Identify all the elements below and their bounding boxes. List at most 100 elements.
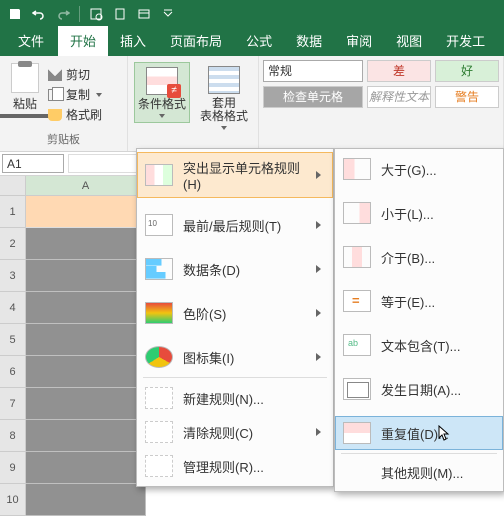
cell[interactable] <box>26 292 146 324</box>
paste-icon <box>11 63 39 93</box>
row-header[interactable]: 9 <box>0 452 26 484</box>
menu-text-contains[interactable]: 文本包含(T)... <box>335 328 503 362</box>
ribbon: 粘贴 剪切 复制 格式刷 剪贴板 条件格式 套用 表格格式 常规 差 好 <box>0 56 504 152</box>
menu-data-bars[interactable]: 数据条(D) <box>137 252 333 286</box>
less-than-icon <box>343 202 371 224</box>
qat-icon-2[interactable] <box>109 3 131 25</box>
chevron-right-icon <box>316 171 321 179</box>
menu-less-than[interactable]: 小于(L)... <box>335 196 503 230</box>
menu-between[interactable]: 介于(B)... <box>335 240 503 274</box>
redo-icon[interactable] <box>52 3 74 25</box>
number-format-select[interactable]: 常规 <box>263 60 363 82</box>
cell[interactable] <box>26 388 146 420</box>
cell[interactable] <box>26 324 146 356</box>
clipboard-group-label: 剪贴板 <box>6 131 121 149</box>
highlight-rules-submenu: 大于(G)... 小于(L)... 介于(B)... 等于(E)... 文本包含… <box>334 148 504 492</box>
cell[interactable] <box>26 228 146 260</box>
cursor-icon <box>438 425 452 443</box>
save-icon[interactable] <box>4 3 26 25</box>
tab-view[interactable]: 视图 <box>384 26 434 56</box>
style-good[interactable]: 好 <box>435 60 499 82</box>
copy-label: 复制 <box>66 86 90 103</box>
qat-customize-icon[interactable] <box>157 3 179 25</box>
select-all-corner[interactable] <box>0 176 26 196</box>
menu-label: 发生日期(A)... <box>381 380 495 399</box>
menu-greater-than[interactable]: 大于(G)... <box>335 152 503 186</box>
menu-icon-sets[interactable]: 图标集(I) <box>137 340 333 374</box>
tab-formulas[interactable]: 公式 <box>234 26 284 56</box>
menu-top-rules[interactable]: 最前/最后规则(T) <box>137 208 333 242</box>
row-header[interactable]: 3 <box>0 260 26 292</box>
chevron-right-icon <box>316 353 321 361</box>
style-warn[interactable]: 警告 <box>435 86 499 108</box>
cell[interactable] <box>26 356 146 388</box>
row-header[interactable]: 2 <box>0 228 26 260</box>
format-painter-label: 格式刷 <box>66 106 102 123</box>
tab-insert[interactable]: 插入 <box>108 26 158 56</box>
style-note[interactable]: 解释性文本 <box>367 86 431 108</box>
tab-pagelayout[interactable]: 页面布局 <box>158 26 234 56</box>
cell[interactable] <box>26 484 146 516</box>
menu-equal-to[interactable]: 等于(E)... <box>335 284 503 318</box>
menu-label: 文本包含(T)... <box>381 336 495 355</box>
tab-review[interactable]: 审阅 <box>334 26 384 56</box>
row-header[interactable]: 1 <box>0 196 26 228</box>
undo-icon[interactable] <box>28 3 50 25</box>
cell[interactable] <box>26 260 146 292</box>
format-painter-button[interactable]: 格式刷 <box>48 106 102 123</box>
conditional-formatting-label: 条件格式 <box>138 98 186 111</box>
menu-label: 其他规则(M)... <box>381 463 495 482</box>
chevron-right-icon <box>316 265 321 273</box>
row-header[interactable]: 7 <box>0 388 26 420</box>
qat-icon-1[interactable] <box>85 3 107 25</box>
data-bars-icon <box>145 258 173 280</box>
menu-clear-rules[interactable]: 清除规则(C) <box>137 415 333 449</box>
menu-label: 等于(E)... <box>381 292 495 311</box>
menu-new-rule[interactable]: 新建规则(N)... <box>137 381 333 415</box>
column-header[interactable]: A <box>26 176 146 196</box>
menu-highlight-rules[interactable]: 突出显示单元格规则(H) <box>137 152 333 198</box>
conditional-formatting-menu: 突出显示单元格规则(H) 最前/最后规则(T) 数据条(D) 色阶(S) 图标集… <box>136 148 334 487</box>
cell[interactable] <box>26 452 146 484</box>
menu-duplicate-values[interactable]: 重复值(D)... <box>335 416 503 450</box>
conditional-formatting-icon <box>146 67 178 95</box>
quick-access-toolbar <box>0 0 504 28</box>
ribbon-tabs: 文件 开始 插入 页面布局 公式 数据 审阅 视图 开发工 <box>0 28 504 56</box>
cell[interactable] <box>26 196 146 228</box>
paste-button[interactable]: 粘贴 <box>6 59 44 126</box>
greater-than-icon <box>343 158 371 180</box>
copy-icon <box>48 89 62 101</box>
menu-label: 大于(G)... <box>381 160 495 179</box>
name-box[interactable]: A1 <box>2 154 64 173</box>
cell[interactable] <box>26 420 146 452</box>
format-as-table-button[interactable]: 套用 表格格式 <box>196 62 252 134</box>
row-header[interactable]: 5 <box>0 324 26 356</box>
highlight-rules-icon <box>145 164 173 186</box>
menu-more-rules[interactable]: 其他规则(M)... <box>335 457 503 488</box>
style-check[interactable]: 检查单元格 <box>263 86 363 108</box>
menu-date-occurring[interactable]: 发生日期(A)... <box>335 372 503 406</box>
row-header[interactable]: 4 <box>0 292 26 324</box>
chevron-right-icon <box>316 221 321 229</box>
paste-label: 粘贴 <box>13 95 37 112</box>
tab-data[interactable]: 数据 <box>284 26 334 56</box>
row-header[interactable]: 10 <box>0 484 26 516</box>
top-rules-icon <box>145 214 173 236</box>
copy-button[interactable]: 复制 <box>48 86 102 103</box>
tab-home[interactable]: 开始 <box>58 26 108 56</box>
row-header[interactable]: 8 <box>0 420 26 452</box>
between-icon <box>343 246 371 268</box>
qat-icon-3[interactable] <box>133 3 155 25</box>
tab-file[interactable]: 文件 <box>4 26 58 56</box>
new-rule-icon <box>145 387 173 409</box>
row-headers: 1 2 3 4 5 6 7 8 9 10 <box>0 196 26 516</box>
style-bad[interactable]: 差 <box>367 60 431 82</box>
menu-label: 图标集(I) <box>183 348 306 367</box>
menu-color-scales[interactable]: 色阶(S) <box>137 296 333 330</box>
tab-developer[interactable]: 开发工 <box>434 26 497 56</box>
table-format-icon <box>208 66 240 94</box>
cut-button[interactable]: 剪切 <box>48 66 102 83</box>
row-header[interactable]: 6 <box>0 356 26 388</box>
conditional-formatting-button[interactable]: 条件格式 <box>134 62 190 123</box>
menu-manage-rules[interactable]: 管理规则(R)... <box>137 449 333 483</box>
